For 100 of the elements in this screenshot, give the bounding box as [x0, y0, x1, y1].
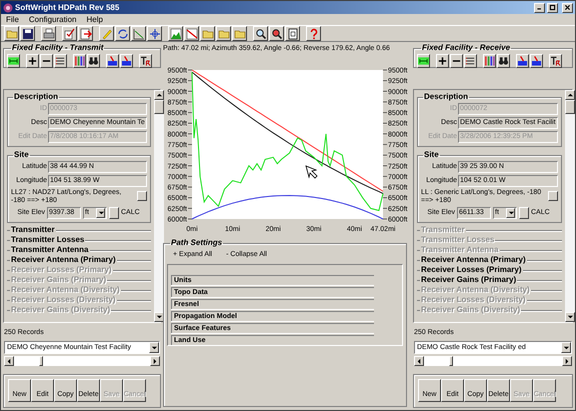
horizontal-scrollbar[interactable]	[414, 356, 572, 366]
scroll-thumb[interactable]	[564, 100, 575, 114]
toolbar-button[interactable]	[200, 26, 215, 41]
toolbar-button[interactable]	[106, 54, 119, 68]
terrain-icon	[186, 28, 198, 40]
maximize-icon	[549, 4, 556, 11]
pencil-icon	[100, 28, 112, 40]
down-arrow-icon	[156, 314, 162, 320]
group-title: Description	[13, 91, 60, 103]
right-arrow-icon	[564, 358, 570, 364]
down-arrow-icon	[566, 314, 573, 320]
toolbar-button[interactable]	[131, 26, 146, 41]
binoculars-icon	[88, 55, 99, 67]
toolbar-button[interactable]	[78, 26, 93, 41]
left-arrow-icon	[6, 358, 12, 364]
toolbar-button[interactable]	[184, 26, 199, 41]
list-icon	[465, 55, 476, 67]
dropdown-arrow-icon	[98, 210, 104, 216]
panel-title: Fixed Facility - Receive	[421, 42, 512, 54]
toolbar-button[interactable]	[7, 54, 20, 68]
tr-icon	[550, 55, 561, 67]
toolbar-button[interactable]	[87, 54, 100, 68]
folder-icon	[6, 28, 18, 40]
toolbar-button[interactable]	[20, 26, 35, 41]
scroll-down-button[interactable]	[564, 312, 575, 322]
toolbar-button[interactable]	[483, 54, 496, 68]
group-title: Site	[423, 149, 440, 161]
toolbar-button[interactable]	[216, 26, 231, 41]
antenna-icon	[517, 55, 528, 67]
maximize-button[interactable]	[547, 2, 558, 12]
toolbar-button[interactable]	[285, 26, 300, 41]
toolbar-button[interactable]	[269, 26, 284, 41]
scroll-thumb[interactable]	[39, 356, 43, 366]
section-header[interactable]: Receiver Gains (Primary)	[420, 274, 518, 286]
app-icon	[3, 2, 13, 12]
toolbar-button[interactable]	[253, 26, 268, 41]
toolbar-button[interactable]	[516, 54, 529, 68]
plus-icon	[27, 55, 38, 67]
toolbar-button[interactable]	[450, 54, 463, 68]
toolbar-button[interactable]	[168, 26, 183, 41]
toolbar-button[interactable]	[306, 26, 321, 41]
toolbar-button[interactable]	[549, 54, 562, 68]
section-header[interactable]: Transmitter Losses	[10, 234, 86, 246]
toolbar-button[interactable]	[530, 54, 543, 68]
toolbar-button[interactable]	[436, 54, 449, 68]
mouse-pointer-icon	[305, 165, 318, 179]
section-header[interactable]: Transmitter Antenna	[10, 244, 90, 256]
toolbar-button[interactable]	[62, 26, 77, 41]
scroll-left-button[interactable]	[4, 356, 14, 366]
link-icon	[8, 55, 19, 67]
striped-bars-icon	[74, 55, 85, 67]
scroll-up-button[interactable]	[154, 90, 164, 100]
left-arrow-icon	[416, 358, 422, 364]
toolbar-button[interactable]	[120, 54, 133, 68]
scroll-right-button[interactable]	[562, 356, 572, 366]
toolbar-button[interactable]	[73, 54, 86, 68]
horizontal-scrollbar[interactable]	[4, 356, 160, 366]
section-header[interactable]: Transmitter	[10, 224, 56, 236]
close-button[interactable]	[562, 2, 573, 12]
toolbar-button[interactable]	[464, 54, 477, 68]
circular-arrows-icon	[116, 28, 128, 40]
menu-item[interactable]: Configuration	[28, 14, 76, 26]
scroll-thumb[interactable]	[449, 356, 453, 366]
vertical-scrollbar[interactable]	[564, 90, 575, 322]
scroll-left-button[interactable]	[414, 356, 424, 366]
graph-icon	[132, 28, 144, 40]
dropdown-arrow-icon	[508, 210, 514, 216]
toolbar-button[interactable]	[99, 26, 114, 41]
section-header[interactable]: Receiver Antenna (Primary)	[10, 254, 117, 266]
calc-button[interactable]	[519, 207, 529, 219]
toolbar-button[interactable]	[4, 26, 19, 41]
antenna-icon	[531, 55, 542, 67]
toolbar-button[interactable]	[139, 54, 152, 68]
toolbar-button[interactable]	[115, 26, 130, 41]
section-header[interactable]: Receiver Losses (Primary)	[420, 264, 522, 276]
toolbar-button[interactable]	[232, 26, 247, 41]
toolbar-button[interactable]	[147, 26, 162, 41]
toolbar-button[interactable]	[40, 54, 53, 68]
section-header[interactable]: Receiver Antenna (Primary)	[420, 254, 527, 266]
dropdown-arrow-icon	[563, 344, 569, 350]
plus-icon	[437, 55, 448, 67]
toolbar-button[interactable]	[54, 54, 67, 68]
calc-button[interactable]	[109, 207, 119, 219]
menu-item[interactable]: File	[6, 14, 19, 26]
right-arrow-icon	[152, 358, 158, 364]
toolbar-button[interactable]	[26, 54, 39, 68]
scroll-down-button[interactable]	[154, 312, 164, 322]
window-title: SoftWright HDPath Rev 585	[15, 2, 120, 14]
toolbar-button[interactable]	[41, 26, 56, 41]
scroll-right-button[interactable]	[150, 356, 160, 366]
menu-item[interactable]: Help	[86, 14, 103, 26]
dropdown-arrow-icon	[151, 344, 157, 350]
browse-button[interactable]	[548, 191, 558, 201]
toolbar-button[interactable]	[417, 54, 430, 68]
scroll-thumb[interactable]	[154, 100, 164, 114]
vertical-scrollbar[interactable]	[154, 90, 164, 322]
scroll-up-button[interactable]	[564, 90, 575, 100]
toolbar-button[interactable]	[497, 54, 510, 68]
minimize-button[interactable]	[534, 2, 545, 12]
browse-button[interactable]	[136, 191, 147, 201]
